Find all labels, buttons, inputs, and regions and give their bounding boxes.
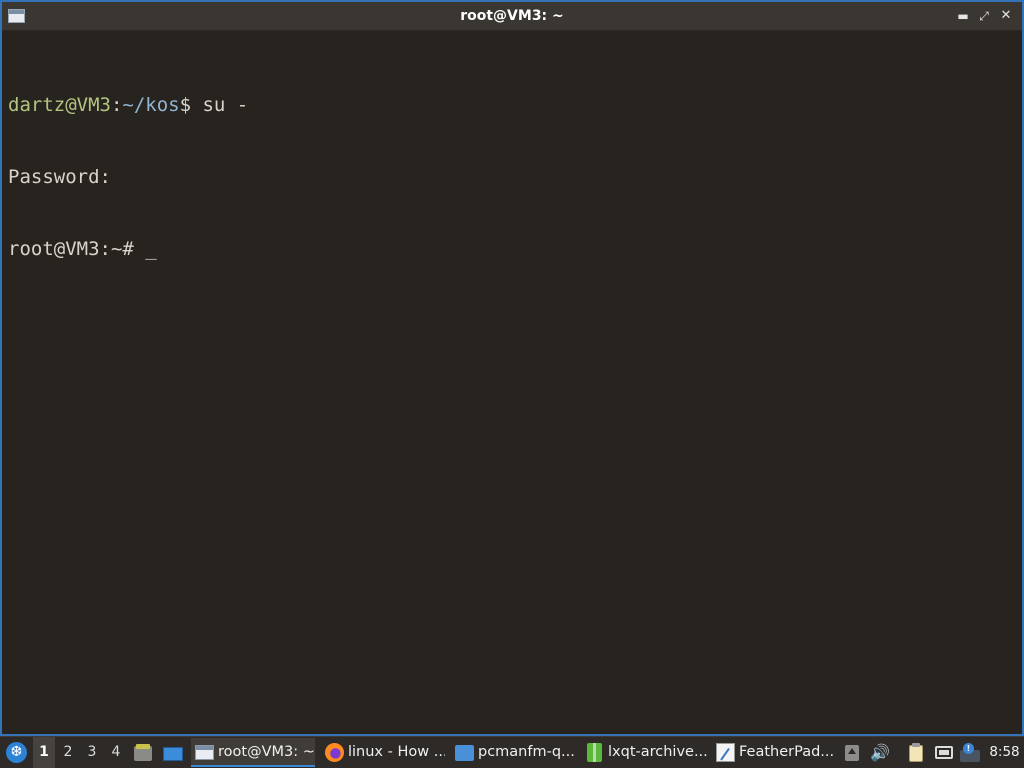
updates-icon[interactable]: ! — [960, 743, 980, 763]
root-prompt: root@VM3:~# — [8, 238, 146, 260]
task-pcmanfm[interactable]: pcmanfm-q... — [451, 738, 575, 767]
terminal-line: dartz@VM3:~/kos$ su - — [8, 93, 1016, 117]
command-text: $ su - — [179, 94, 249, 116]
prompt-separator: : — [110, 94, 123, 116]
workspace-2-button[interactable]: 2 — [57, 737, 79, 768]
prompt-path: ~/kos — [122, 94, 180, 116]
task-archiver[interactable]: lxqt-archive... — [581, 738, 709, 767]
terminal-line: Password: — [8, 165, 1016, 189]
minimize-button[interactable]: ▬ — [955, 8, 971, 24]
workspace-3-button[interactable]: 3 — [81, 737, 103, 768]
folder-icon — [455, 745, 474, 761]
prompt-user-host: dartz@VM3 — [8, 94, 111, 116]
clock[interactable]: 8:58 — [987, 737, 1022, 768]
task-firefox[interactable]: linux - How ... — [321, 738, 445, 767]
archive-icon — [587, 743, 602, 762]
text-cursor: _ — [145, 238, 157, 260]
workspace-1-button[interactable]: 1 — [33, 737, 55, 768]
lxqt-start-icon: ❆ — [6, 742, 27, 763]
terminal-output[interactable]: dartz@VM3:~/kos$ su - Password: root@VM3… — [8, 45, 1016, 728]
task-label: lxqt-archive... — [608, 744, 708, 760]
clipboard-icon[interactable] — [906, 743, 926, 763]
password-prompt: Password: — [8, 166, 111, 188]
network-icon[interactable] — [934, 743, 954, 763]
title-bar[interactable]: root@VM3: ~ ▬ ⤢ ✕ — [2, 2, 1022, 31]
featherpad-icon — [716, 743, 735, 762]
terminal-icon — [195, 745, 214, 760]
file-manager-icon[interactable] — [133, 743, 153, 763]
firefox-icon — [325, 743, 344, 762]
close-button[interactable]: ✕ — [998, 8, 1014, 24]
taskbar: ❆ 1 2 3 4 root@VM3: ~ linux - How ... pc… — [0, 736, 1024, 768]
task-label: FeatherPad... — [739, 744, 835, 760]
restore-button[interactable]: ⤢ — [976, 8, 992, 24]
show-desktop-icon[interactable] — [163, 743, 183, 763]
terminal-line: root@VM3:~# _ — [8, 237, 1016, 261]
workspace-4-button[interactable]: 4 — [105, 737, 127, 768]
window-title: root@VM3: ~ — [460, 8, 564, 24]
task-featherpad[interactable]: FeatherPad... — [712, 738, 836, 767]
terminal-window[interactable]: root@VM3: ~ ▬ ⤢ ✕ dartz@VM3:~/kos$ su - … — [0, 0, 1024, 736]
task-label: root@VM3: ~ — [218, 744, 315, 760]
task-terminal[interactable]: root@VM3: ~ — [191, 738, 315, 767]
task-label: linux - How ... — [348, 744, 445, 760]
volume-icon[interactable]: 🔊 — [870, 743, 890, 763]
desktop: root@VM3: ~ ▬ ⤢ ✕ dartz@VM3:~/kos$ su - … — [0, 0, 1024, 768]
tray-expand-icon[interactable] — [843, 743, 863, 763]
task-label: pcmanfm-q... — [478, 744, 575, 760]
start-menu-button[interactable]: ❆ — [2, 737, 30, 768]
